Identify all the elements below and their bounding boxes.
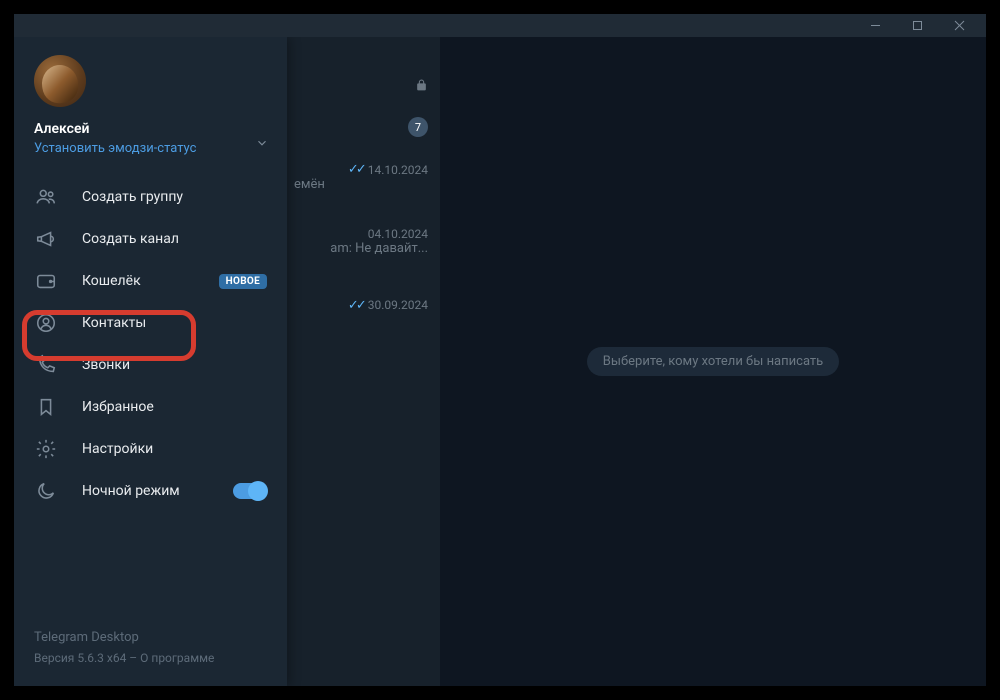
- checks-icon: ✓✓: [348, 162, 364, 177]
- checks-icon: ✓✓: [348, 298, 364, 313]
- chevron-down-icon[interactable]: [255, 135, 269, 154]
- group-icon: [34, 185, 58, 209]
- menu-saved[interactable]: Избранное: [14, 386, 287, 428]
- about-link[interactable]: О программе: [140, 651, 214, 665]
- menu-label: Создать группу: [82, 189, 183, 205]
- gear-icon: [34, 437, 58, 461]
- menu-label: Создать канал: [82, 231, 179, 247]
- chat-date: 04.10.2024: [368, 227, 428, 241]
- menu-create-group[interactable]: Создать группу: [14, 176, 287, 218]
- app-name: Telegram Desktop: [34, 628, 267, 649]
- titlebar: [14, 14, 986, 37]
- contact-icon: [34, 311, 58, 335]
- menu-night-mode[interactable]: Ночной режим: [14, 470, 287, 512]
- menu-label: Настройки: [82, 441, 153, 457]
- empty-placeholder: Выберите, кому хотели бы написать: [587, 347, 839, 376]
- chat-list: 7 ✓✓14.10.2024 емён 04.10.2024 am: Не да…: [14, 37, 440, 686]
- content-area: 7 ✓✓14.10.2024 емён 04.10.2024 am: Не да…: [14, 37, 986, 686]
- lock-icon: [415, 79, 428, 95]
- profile-name: Алексей: [34, 121, 267, 137]
- bookmark-icon: [34, 395, 58, 419]
- chat-preview: емён: [294, 177, 325, 192]
- chat-preview: am: Не давайт...: [330, 241, 428, 256]
- menu-footer: Telegram Desktop Версия 5.6.3 x64 – О пр…: [14, 628, 287, 686]
- avatar[interactable]: [34, 55, 86, 107]
- menu-contacts[interactable]: Контакты: [14, 302, 287, 344]
- profile-block: Алексей Установить эмодзи-статус: [14, 37, 287, 170]
- wallet-icon: [34, 269, 58, 293]
- menu-list: Создать группу Создать канал Кошелёк НОВ…: [14, 170, 287, 518]
- close-button[interactable]: [938, 14, 980, 37]
- moon-icon: [34, 479, 58, 503]
- menu-label: Кошелёк: [82, 273, 141, 289]
- version-line: Версия 5.6.3 x64 – О программе: [34, 649, 267, 668]
- app-window: 7 ✓✓14.10.2024 емён 04.10.2024 am: Не да…: [14, 14, 986, 686]
- main-menu: Алексей Установить эмодзи-статус Создать…: [14, 37, 287, 686]
- unread-badge: 7: [408, 117, 428, 137]
- megaphone-icon: [34, 227, 58, 251]
- menu-calls[interactable]: Звонки: [14, 344, 287, 386]
- menu-create-channel[interactable]: Создать канал: [14, 218, 287, 260]
- new-badge: НОВОЕ: [219, 274, 267, 289]
- menu-label: Звонки: [82, 357, 130, 373]
- phone-icon: [34, 353, 58, 377]
- menu-wallet[interactable]: Кошелёк НОВОЕ: [14, 260, 287, 302]
- menu-settings[interactable]: Настройки: [14, 428, 287, 470]
- chat-area: Выберите, кому хотели бы написать: [440, 37, 986, 686]
- menu-label: Избранное: [82, 399, 154, 415]
- night-mode-toggle[interactable]: [233, 483, 267, 499]
- menu-label: Контакты: [82, 315, 146, 331]
- set-emoji-status[interactable]: Установить эмодзи-статус: [34, 141, 267, 156]
- chat-date: ✓✓30.09.2024: [348, 298, 428, 313]
- chat-date: ✓✓14.10.2024: [348, 162, 428, 177]
- minimize-button[interactable]: [854, 14, 896, 37]
- maximize-button[interactable]: [896, 14, 938, 37]
- menu-label: Ночной режим: [82, 483, 180, 499]
